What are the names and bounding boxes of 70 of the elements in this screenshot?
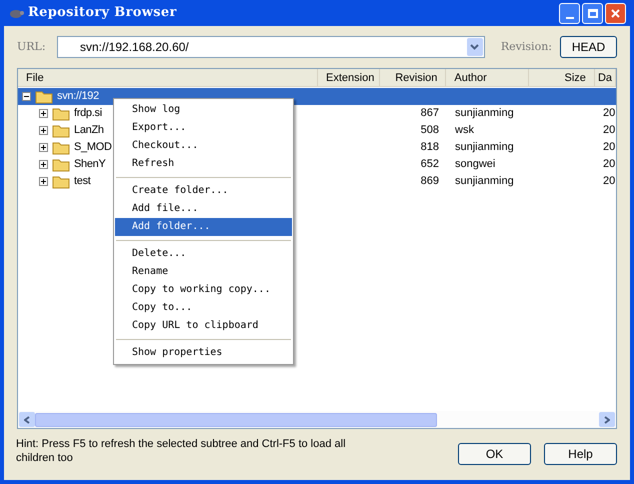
menu-item[interactable]: Copy to... [115, 299, 292, 317]
column-header[interactable]: Extension [318, 69, 380, 86]
date-cell-text: 20 [602, 174, 616, 190]
maximize-button[interactable] [582, 2, 603, 24]
dropdown-icon[interactable] [466, 38, 483, 56]
turtle-icon [8, 7, 24, 19]
file-name[interactable]: S_MOD [74, 139, 112, 156]
chevron-right-icon [604, 416, 610, 424]
revision-cell-text: 867 [420, 106, 440, 122]
column-header[interactable]: Da [594, 69, 616, 86]
hint-text: Hint: Press F5 to refresh the selected subtree and Ctrl-F5 to load all children too [16, 437, 347, 465]
revision-cell-text: 508 [420, 123, 440, 138]
menu-item[interactable]: Add file... [115, 200, 292, 218]
column-header[interactable]: Size [528, 69, 595, 86]
date-cell-text: 20 [602, 140, 616, 156]
folder-icon [52, 124, 70, 138]
menu-item[interactable]: Export... [115, 119, 292, 137]
column-header[interactable]: File [18, 69, 318, 86]
window-title: Repository Browser [28, 4, 177, 22]
scroll-thumb[interactable] [35, 412, 437, 426]
folder-icon [52, 140, 70, 154]
date-cell-text: 20 [602, 106, 616, 122]
dialog-button[interactable]: OK [458, 443, 531, 465]
file-name[interactable]: frdp.si [74, 105, 102, 122]
author-cell-text: sunjianming [454, 174, 515, 190]
expand-icon[interactable] [39, 126, 48, 135]
collapse-icon[interactable] [22, 92, 31, 101]
expand-icon[interactable] [39, 177, 48, 186]
menu-item[interactable]: Checkout... [115, 137, 292, 155]
file-name[interactable]: LanZh [74, 122, 104, 139]
revision-cell-text: 869 [420, 174, 440, 190]
revision-cell-text: 652 [420, 157, 440, 172]
author-cell-text: wsk [454, 123, 475, 138]
close-icon [610, 8, 621, 18]
url-field[interactable]: svn://192.168.20.60/ [57, 36, 485, 58]
close-button[interactable] [605, 2, 626, 24]
column-header[interactable]: Revision [380, 69, 446, 86]
scroll-right-button[interactable] [599, 412, 615, 427]
menu-item[interactable]: Show log [115, 101, 292, 119]
menu-item[interactable]: Create folder... [115, 182, 292, 200]
menu-item[interactable]: Delete... [115, 245, 292, 263]
date-cell-text: 20 [602, 157, 616, 172]
expand-icon[interactable] [39, 109, 48, 118]
menu-item[interactable]: Add folder... [115, 218, 292, 236]
horizontal-scrollbar[interactable] [18, 411, 616, 428]
scroll-left-button[interactable] [19, 412, 35, 427]
chevron-left-icon [24, 416, 30, 424]
folder-icon [52, 174, 70, 188]
menu-item[interactable]: Copy to working copy... [115, 281, 292, 299]
column-header[interactable]: Author [446, 69, 529, 86]
dialog-button[interactable]: Help [544, 443, 617, 465]
menu-item[interactable]: Copy URL to clipboard [115, 317, 292, 335]
revision-cell-text: 818 [420, 140, 440, 156]
menu-item[interactable]: Refresh [115, 155, 292, 173]
expand-icon[interactable] [39, 143, 48, 152]
author-cell-text: sunjianming [454, 140, 515, 156]
url-label: URL: [17, 38, 47, 55]
revision-label: Revision: [500, 38, 552, 55]
author-cell-text: sunjianming [454, 106, 515, 122]
folder-icon [35, 90, 53, 104]
folder-icon [52, 158, 70, 172]
date-cell-text: 20 [602, 123, 616, 138]
file-name[interactable]: test [74, 173, 91, 190]
author-cell-text: songwei [454, 157, 496, 172]
menu-item[interactable]: Rename [115, 263, 292, 281]
menu-item[interactable]: Show properties [115, 344, 292, 362]
file-name[interactable]: ShenY [74, 156, 106, 173]
expand-icon[interactable] [39, 160, 48, 169]
minimize-button[interactable] [559, 2, 580, 24]
revision-button[interactable]: HEAD [560, 36, 617, 58]
